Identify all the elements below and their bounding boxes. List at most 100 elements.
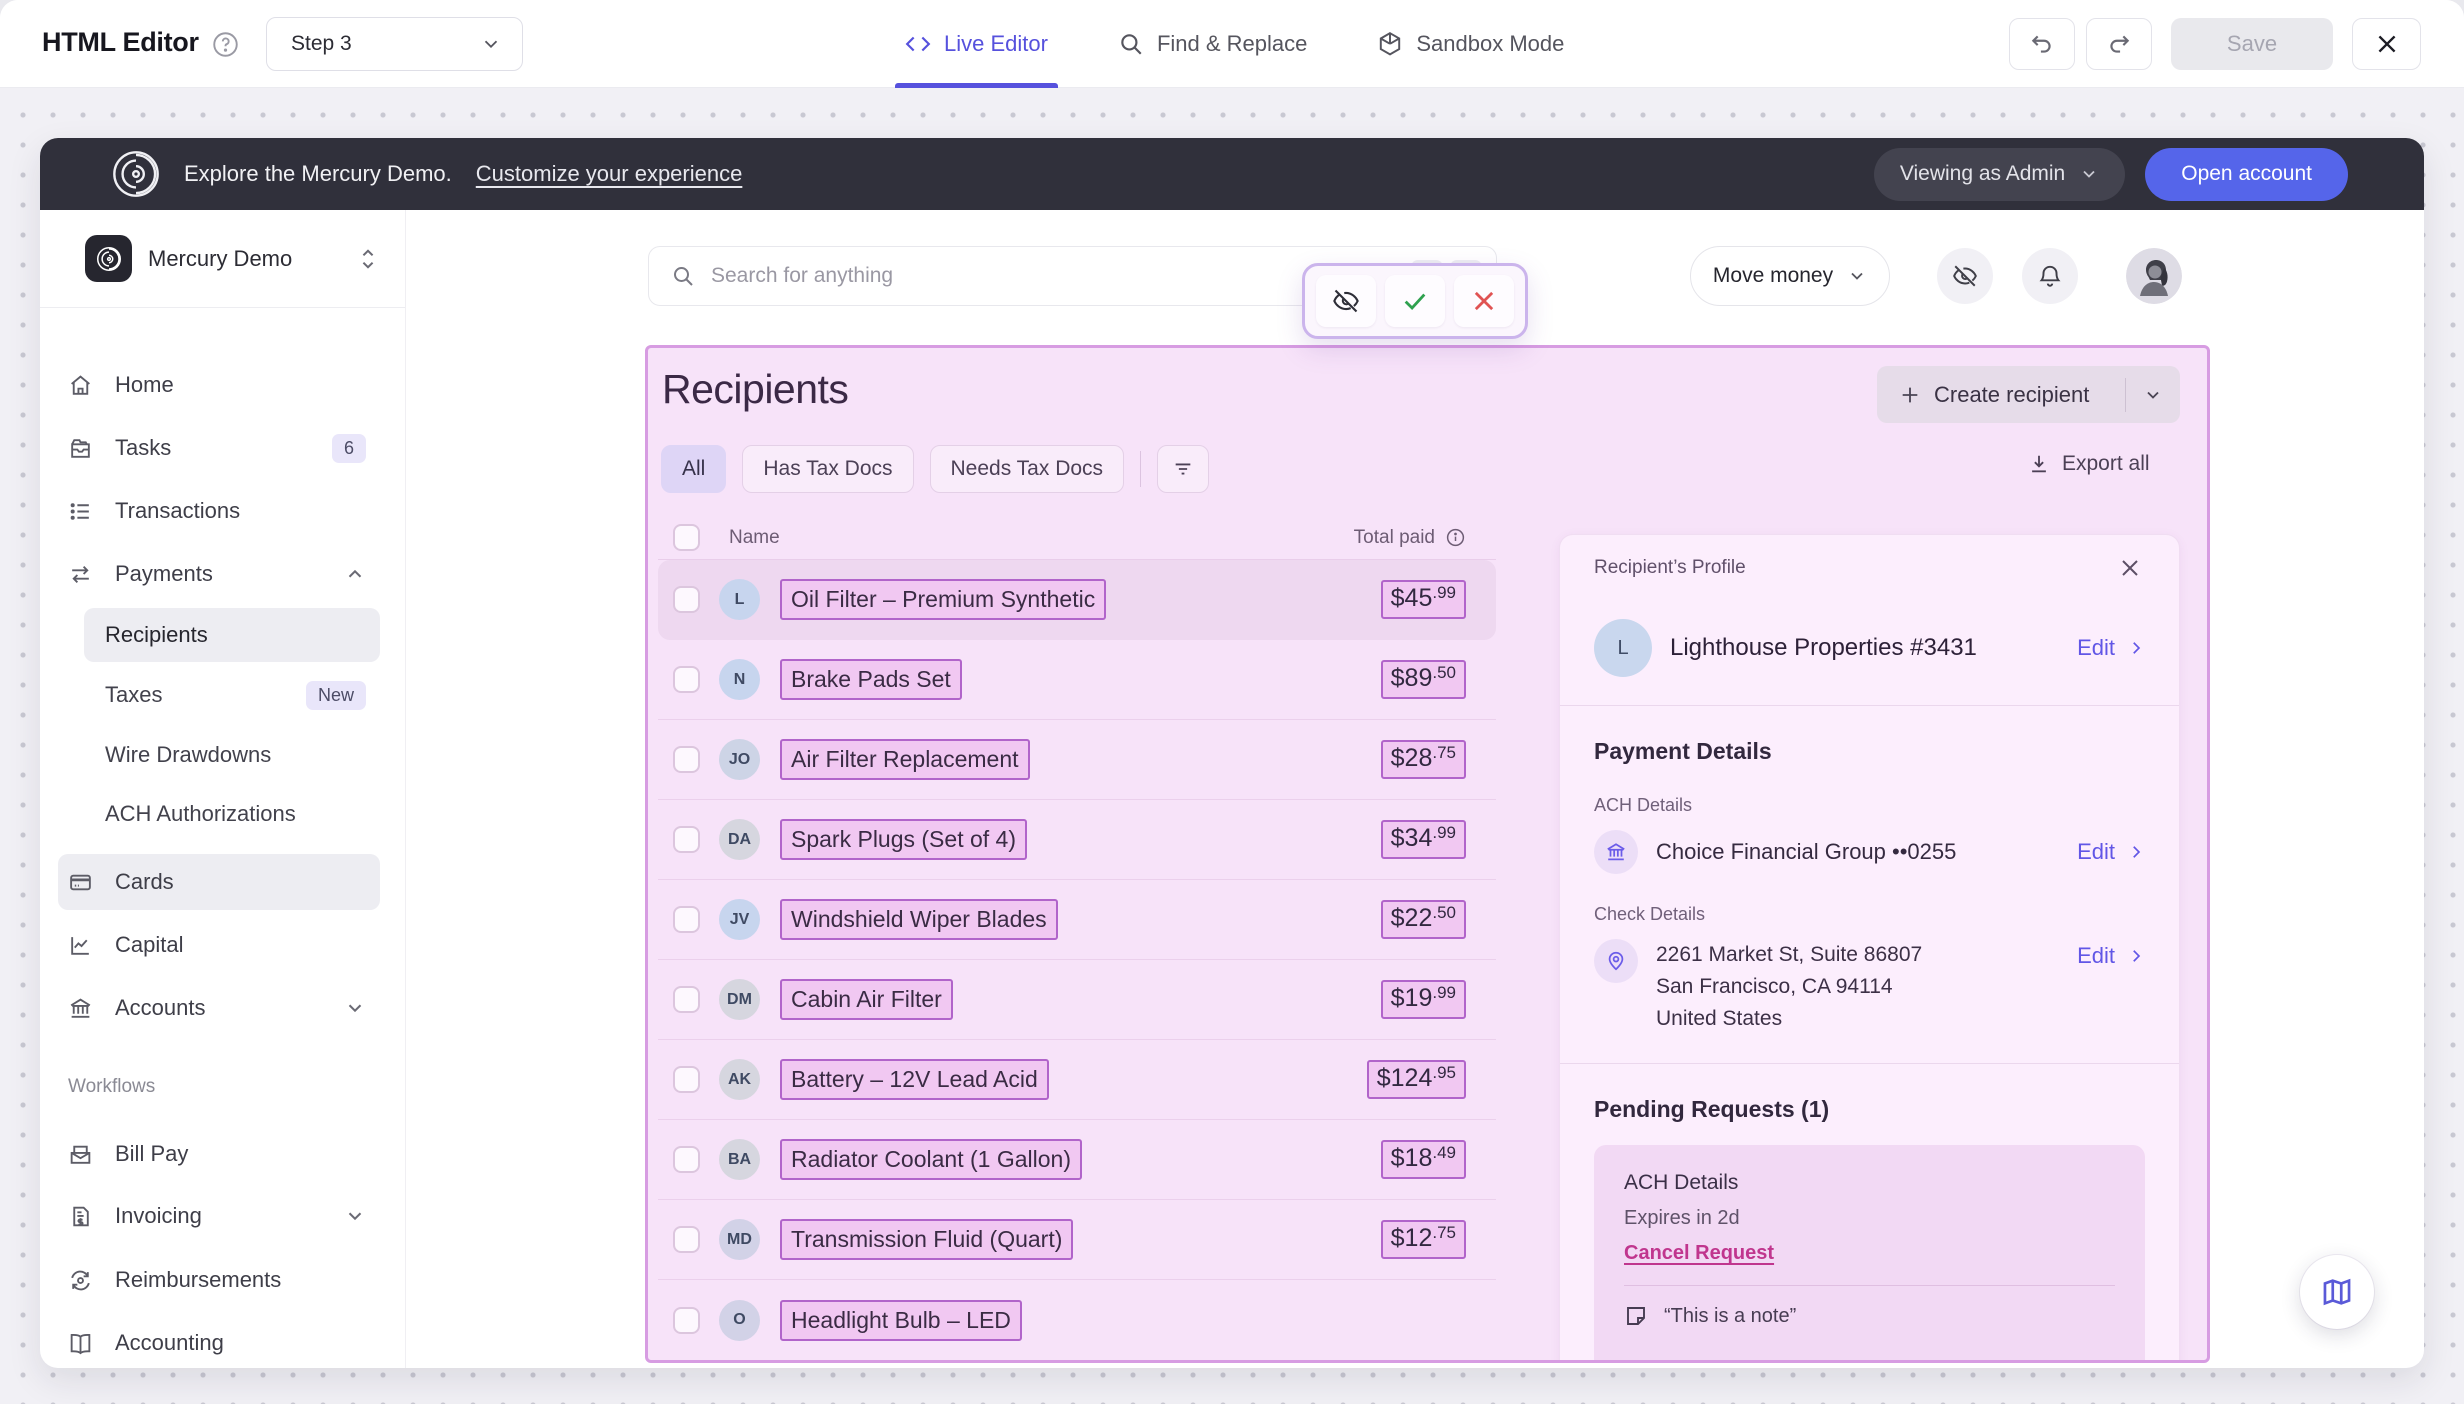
export-all-button[interactable]: Export all bbox=[2028, 452, 2150, 476]
search-input[interactable] bbox=[711, 264, 1404, 288]
row-avatar: L bbox=[719, 579, 760, 620]
plus-icon bbox=[1899, 384, 1921, 406]
sidebar-item-wire-drawdowns[interactable]: Wire Drawdowns bbox=[84, 728, 380, 782]
total-paid-editable[interactable]: $34.99 bbox=[1381, 820, 1466, 859]
total-paid-editable[interactable]: $28.75 bbox=[1381, 740, 1466, 779]
notifications-button[interactable] bbox=[2022, 248, 2078, 304]
edit-check-button[interactable]: Edit bbox=[2077, 943, 2145, 969]
sidebar-item-bill-pay[interactable]: Bill Pay bbox=[58, 1126, 380, 1182]
recipient-name-editable[interactable]: Windshield Wiper Blades bbox=[780, 899, 1058, 940]
row-checkbox[interactable] bbox=[673, 826, 700, 853]
filter-all[interactable]: All bbox=[661, 445, 726, 493]
row-avatar: MD bbox=[719, 1219, 760, 1260]
info-icon[interactable] bbox=[1445, 527, 1466, 548]
open-account-button[interactable]: Open account bbox=[2145, 148, 2348, 201]
edit-ach-button[interactable]: Edit bbox=[2077, 839, 2145, 865]
hide-element-button[interactable] bbox=[1316, 275, 1376, 327]
row-checkbox[interactable] bbox=[673, 1226, 700, 1253]
step-selector[interactable]: Step 3 bbox=[266, 17, 523, 71]
table-header: Name Total paid bbox=[658, 516, 1496, 560]
sidebar-item-taxes[interactable]: Taxes New bbox=[84, 668, 380, 722]
row-checkbox[interactable] bbox=[673, 1066, 700, 1093]
close-editor-button[interactable] bbox=[2352, 18, 2421, 70]
recipient-name-editable[interactable]: Oil Filter – Premium Synthetic bbox=[780, 579, 1106, 620]
row-avatar: JO bbox=[719, 739, 760, 780]
undo-button[interactable] bbox=[2009, 18, 2075, 70]
sidebar-item-transactions[interactable]: Transactions bbox=[58, 483, 380, 539]
row-checkbox[interactable] bbox=[673, 906, 700, 933]
cancel-edit-button[interactable] bbox=[1454, 275, 1514, 327]
total-paid-editable[interactable]: $18.49 bbox=[1381, 1140, 1466, 1179]
capital-icon bbox=[68, 933, 93, 958]
app-body: Mercury Demo Home Tasks 6 bbox=[40, 210, 2424, 1368]
table-row[interactable]: MD Transmission Fluid (Quart) $12.75 bbox=[658, 1200, 1496, 1280]
tab-find-replace[interactable]: Find & Replace bbox=[1118, 0, 1307, 88]
sidebar-item-payments[interactable]: Payments bbox=[58, 546, 380, 602]
recipient-name-editable[interactable]: Brake Pads Set bbox=[780, 659, 962, 700]
customize-experience-link[interactable]: Customize your experience bbox=[476, 161, 743, 187]
recipient-name-editable[interactable]: Air Filter Replacement bbox=[780, 739, 1030, 780]
table-row[interactable]: JO Air Filter Replacement $28.75 bbox=[658, 720, 1496, 800]
table-row[interactable]: N Brake Pads Set $89.50 bbox=[658, 640, 1496, 720]
total-paid-editable[interactable]: $45.99 bbox=[1381, 580, 1466, 619]
org-switcher[interactable]: Mercury Demo bbox=[40, 210, 405, 308]
row-checkbox[interactable] bbox=[673, 586, 700, 613]
sidebar-item-ach-authorizations[interactable]: ACH Authorizations bbox=[84, 787, 380, 841]
table-row[interactable]: AK Battery – 12V Lead Acid $124.95 bbox=[658, 1040, 1496, 1120]
row-checkbox[interactable] bbox=[673, 1146, 700, 1173]
chevron-right-icon bbox=[2127, 639, 2145, 657]
row-checkbox[interactable] bbox=[673, 746, 700, 773]
close-profile-button[interactable] bbox=[2115, 553, 2145, 583]
sidebar-item-home[interactable]: Home bbox=[58, 357, 380, 413]
sidebar-item-accounting[interactable]: Accounting bbox=[58, 1315, 380, 1368]
save-button[interactable]: Save bbox=[2171, 18, 2333, 70]
map-button[interactable] bbox=[2300, 1255, 2374, 1329]
table-row[interactable]: DA Spark Plugs (Set of 4) $34.99 bbox=[658, 800, 1496, 880]
confirm-edit-button[interactable] bbox=[1385, 275, 1445, 327]
table-row[interactable]: JV Windshield Wiper Blades $22.50 bbox=[658, 880, 1496, 960]
recipient-name-editable[interactable]: Transmission Fluid (Quart) bbox=[780, 1219, 1073, 1260]
filter-options-button[interactable] bbox=[1157, 445, 1209, 493]
viewing-as-dropdown[interactable]: Viewing as Admin bbox=[1874, 148, 2125, 201]
table-row[interactable]: O Headlight Bulb – LED bbox=[658, 1280, 1496, 1360]
table-row[interactable]: BA Radiator Coolant (1 Gallon) $18.49 bbox=[658, 1120, 1496, 1200]
redo-button[interactable] bbox=[2086, 18, 2152, 70]
recipient-name-editable[interactable]: Radiator Coolant (1 Gallon) bbox=[780, 1139, 1082, 1180]
total-paid-editable[interactable]: $89.50 bbox=[1381, 660, 1466, 699]
recipient-name-editable[interactable]: Cabin Air Filter bbox=[780, 979, 953, 1020]
help-icon[interactable] bbox=[212, 31, 239, 58]
total-paid-editable[interactable]: $12.75 bbox=[1381, 1220, 1466, 1259]
select-all-checkbox[interactable] bbox=[673, 524, 700, 551]
create-recipient-menu-button[interactable] bbox=[2126, 385, 2180, 405]
recipient-name-editable[interactable]: Battery – 12V Lead Acid bbox=[780, 1059, 1049, 1100]
filter-needs-tax-docs[interactable]: Needs Tax Docs bbox=[930, 445, 1125, 493]
edit-recipient-button[interactable]: Edit bbox=[2077, 635, 2145, 661]
recipient-name-editable[interactable]: Spark Plugs (Set of 4) bbox=[780, 819, 1027, 860]
sidebar-item-cards[interactable]: Cards bbox=[58, 854, 380, 910]
payments-icon bbox=[68, 562, 93, 587]
sidebar-item-capital[interactable]: Capital bbox=[58, 917, 380, 973]
sidebar-item-invoicing[interactable]: Invoicing bbox=[58, 1188, 380, 1244]
total-paid-editable[interactable]: $124.95 bbox=[1367, 1060, 1466, 1099]
user-avatar[interactable] bbox=[2126, 248, 2182, 304]
create-recipient-button[interactable]: Create recipient bbox=[1877, 366, 2180, 423]
eye-off-icon bbox=[1332, 287, 1360, 315]
recipient-name-editable[interactable]: Headlight Bulb – LED bbox=[780, 1300, 1022, 1341]
move-money-button[interactable]: Move money bbox=[1690, 246, 1890, 306]
table-row[interactable]: L Oil Filter – Premium Synthetic $45.99 bbox=[658, 560, 1496, 640]
privacy-toggle-button[interactable] bbox=[1937, 248, 1993, 304]
row-checkbox[interactable] bbox=[673, 1307, 700, 1334]
filter-has-tax-docs[interactable]: Has Tax Docs bbox=[742, 445, 913, 493]
sidebar-item-recipients[interactable]: Recipients bbox=[84, 608, 380, 662]
tab-sandbox-mode[interactable]: Sandbox Mode bbox=[1377, 0, 1564, 88]
total-paid-editable[interactable]: $19.99 bbox=[1381, 980, 1466, 1019]
table-row[interactable]: DM Cabin Air Filter $19.99 bbox=[658, 960, 1496, 1040]
sidebar-item-accounts[interactable]: Accounts bbox=[58, 980, 380, 1036]
tab-live-editor[interactable]: Live Editor bbox=[905, 0, 1048, 88]
sidebar-item-tasks[interactable]: Tasks 6 bbox=[58, 420, 380, 476]
total-paid-editable[interactable]: $22.50 bbox=[1381, 900, 1466, 939]
cancel-request-link[interactable]: Cancel Request bbox=[1624, 1242, 1774, 1265]
row-checkbox[interactable] bbox=[673, 666, 700, 693]
sidebar-item-reimbursements[interactable]: Reimbursements bbox=[58, 1252, 380, 1308]
row-checkbox[interactable] bbox=[673, 986, 700, 1013]
